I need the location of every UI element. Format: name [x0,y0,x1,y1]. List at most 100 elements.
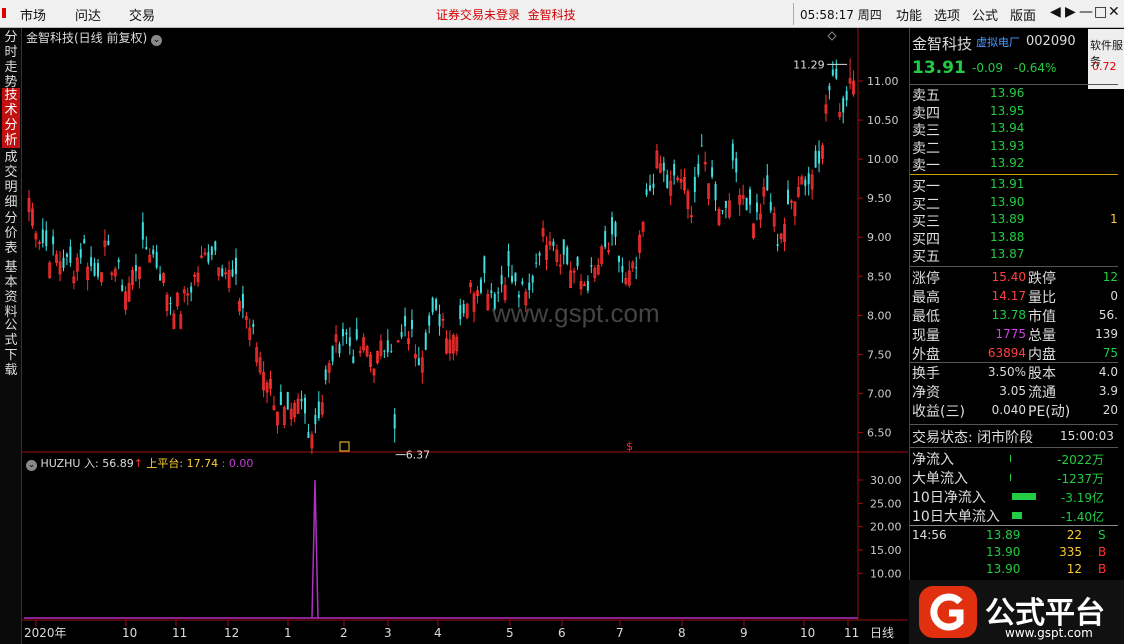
menu-options[interactable]: 选项 [934,5,960,24]
bid-row[interactable]: 买五 13.87 [912,246,1118,265]
x-tick-label: 9 [740,626,748,640]
candle-body [693,176,696,193]
candle-body [435,299,438,310]
tick-price: 13.90 [986,545,1021,559]
x-tick-label: 12 [224,626,239,640]
candle-body [386,340,389,353]
trade-status: 交易状态: 闭市阶段 [912,430,1034,446]
x-tick-label: 10 [800,626,815,640]
tab-intraday[interactable]: 分时走势 [2,30,20,90]
candle-body [390,351,393,353]
indicator-title[interactable]: ⌄ HUZHU 入: 56.89↑ 上平台: 17.74 : 0.00 [26,455,253,471]
ask-row[interactable]: 卖四 13.95 [912,103,1118,122]
candle-body [241,293,244,309]
tab-formula-download[interactable]: 公式下载 [2,318,20,378]
stat-value: 14.17 [991,289,1026,303]
candle-body [221,268,224,277]
stock-concept-tag[interactable]: 虚拟电厂 [976,34,1020,50]
candle-body [521,281,524,284]
bid-row[interactable]: 买三 13.89 1 [912,211,1118,230]
divider [910,266,1118,267]
y-tick-label: 8.00 [867,309,892,322]
chart-title-text: 金智科技(日线 前复权) [26,31,148,45]
stat-value: 3.9 [1098,384,1118,398]
stat-value: 13.78 [991,308,1026,322]
candle-body [714,184,717,201]
bid-row[interactable]: 买一 13.91 [912,176,1118,195]
candle-body [842,98,845,113]
chevron-down-icon[interactable]: ⌄ [151,35,163,46]
candle-body [804,179,807,186]
stat-label: 总量 [1028,328,1056,344]
candle-body [252,323,255,327]
tick-volume: 22 [1066,528,1082,542]
stat-label: 外盘 [912,347,940,363]
candle-body [831,69,834,76]
menu-trade[interactable]: 交易 [129,5,155,24]
ask-row[interactable]: 卖二 13.93 [912,138,1118,157]
candle-body [431,297,434,313]
menu-function[interactable]: 功能 [896,5,922,24]
bid-row[interactable]: 买二 13.90 [912,194,1118,213]
tick-row[interactable]: 13.90 335 B [912,545,1118,562]
chart-area[interactable]: 6.50 7.00 7.50 8.00 8.50 9.00 9.50 10.00 10.50 11… [22,28,908,644]
candle-body [528,282,531,290]
login-notice[interactable]: 证券交易未登录 金智科技 [436,6,576,23]
ask-row[interactable]: 卖一 13.92 [912,155,1118,174]
candle-body [134,265,137,272]
y-tick-label: 8.50 [867,270,892,283]
tick-row[interactable]: 13.90 12 B [912,562,1118,579]
tick-row[interactable]: 14:56 13.89 22 S [912,528,1118,545]
indicator-in-value: 入: 56.89 [84,457,134,470]
menu-market[interactable]: 市场 [20,5,46,24]
y-tick-label: 9.50 [867,192,892,205]
tab-basic-info[interactable]: 基本资料 [2,260,20,320]
indicator-name: HUZHU [40,457,81,470]
app-logo-icon [2,8,6,18]
maximize-icon[interactable]: □ [1094,4,1107,20]
stat-label: 最高 [912,290,940,306]
candle-body [304,397,306,414]
candle-body [507,251,510,267]
candle-body [749,189,752,205]
stat-value: 15.40 [991,270,1026,284]
tick-volume: 12 [1066,562,1082,576]
tab-technical[interactable]: 技术分析 [2,88,20,148]
tab-trade-detail[interactable]: 成交明细 [2,150,20,210]
candle-body [614,222,617,237]
close-icon[interactable]: ✕ [1108,4,1120,20]
menu-layout[interactable]: 版面 [1010,5,1036,24]
chart-title[interactable]: 金智科技(日线 前复权) ⌄ [26,29,163,46]
bid-row[interactable]: 买四 13.88 [912,229,1118,248]
candle-body [814,150,817,168]
back-icon[interactable]: ◀ [1050,4,1061,20]
candle-body [45,230,48,247]
kline-chart[interactable]: 6.507.007.508.008.509.009.5010.0010.5011… [22,28,908,644]
menu-wenda[interactable]: 问达 [75,5,101,24]
candle-body [324,369,327,380]
candle-body [645,189,648,195]
stat-label: 净资 [912,385,940,401]
candle-body [535,262,538,264]
candle-body [511,275,513,282]
forward-icon[interactable]: ▶ [1065,4,1076,20]
side-tab-sector[interactable]: 软件服务 [1088,29,1124,89]
x-tick-label: 11 [844,626,859,640]
tab-price-table[interactable]: 分价表 [2,211,20,257]
candle-body [845,90,848,101]
candle-body [649,185,651,191]
y-tick-label: 11.00 [867,75,899,88]
x-tick-label: 10 [122,626,137,640]
menu-formula[interactable]: 公式 [972,5,998,24]
stat-label: 最低 [912,309,940,325]
ask-row[interactable]: 卖三 13.94 [912,120,1118,139]
divider [910,447,1118,448]
candle-body [107,240,110,245]
stat-label: 涨停 [912,271,940,287]
indicator-collapse-icon[interactable]: ⌄ [26,460,37,471]
x-tick-label: 1 [284,626,292,640]
candle-body [735,158,738,173]
ask-row[interactable]: 卖五 13.96 [912,85,1118,104]
candle-body [611,217,614,235]
minimize-icon[interactable]: — [1079,4,1093,20]
